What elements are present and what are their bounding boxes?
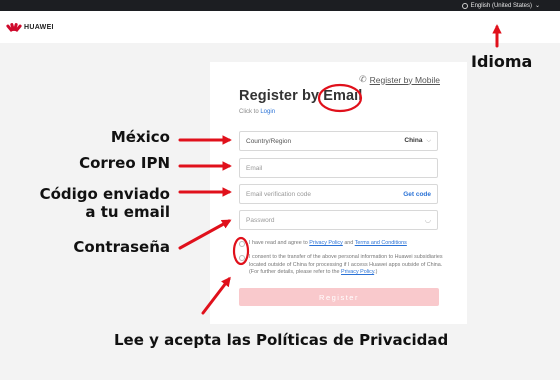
privacy-agree-checkbox[interactable] bbox=[239, 241, 245, 247]
country-select[interactable]: Country/Region China ⌵ bbox=[239, 131, 438, 151]
register-button[interactable]: Register bbox=[239, 288, 439, 306]
language-selector[interactable]: English (United States) ⌄ bbox=[461, 2, 540, 9]
page-title: Register by Email bbox=[239, 88, 363, 104]
consent-end: .) bbox=[374, 269, 378, 275]
get-code-button[interactable]: Get code bbox=[403, 191, 431, 198]
country-value: China bbox=[404, 137, 423, 144]
password-placeholder: Password bbox=[246, 216, 275, 224]
login-link[interactable]: Login bbox=[260, 109, 275, 115]
email-placeholder: Email bbox=[246, 164, 263, 172]
privacy-agree-text: I have read and agree to Privacy Policy … bbox=[249, 240, 407, 248]
password-field[interactable]: Password ◡ bbox=[239, 210, 438, 230]
register-by-mobile-label: Register by Mobile bbox=[369, 74, 440, 85]
logo-text: HUAWEI bbox=[24, 24, 54, 31]
and-text: and bbox=[344, 240, 354, 246]
agree-prefix: I have read and agree to bbox=[249, 240, 308, 246]
chevron-down-icon: ⌄ bbox=[534, 3, 540, 9]
annotation-mexico: México bbox=[110, 128, 170, 146]
annotation-correo: Correo IPN bbox=[79, 154, 170, 172]
terms-link[interactable]: Terms and Conditions bbox=[355, 240, 407, 246]
huawei-logo[interactable]: HUAWEI bbox=[5, 22, 54, 33]
globe-icon bbox=[461, 2, 468, 9]
language-label: English (United States) bbox=[470, 2, 532, 9]
eye-icon[interactable]: ◡ bbox=[425, 216, 431, 224]
country-placeholder: Country/Region bbox=[246, 137, 292, 145]
privacy-policy-link[interactable]: Privacy Policy bbox=[309, 240, 343, 246]
chevron-down-icon: ⌵ bbox=[426, 138, 431, 144]
huawei-petal-icon bbox=[5, 22, 23, 33]
top-bar: English (United States) ⌄ bbox=[0, 0, 560, 11]
login-prefix: Click to bbox=[239, 109, 259, 115]
annotation-codigo: Código enviado a tu email bbox=[40, 185, 170, 221]
consent-checkbox[interactable] bbox=[239, 255, 245, 261]
header: HUAWEI bbox=[0, 11, 560, 43]
annotation-codigo-line2: a tu email bbox=[85, 203, 170, 221]
verification-code-field[interactable]: Email verification code Get code bbox=[239, 184, 438, 204]
phone-icon: ✆ bbox=[359, 74, 367, 84]
login-hint: Click to Login bbox=[239, 109, 275, 115]
code-placeholder: Email verification code bbox=[246, 190, 312, 198]
annotation-privacidad: Lee y acepta las Políticas de Privacidad bbox=[114, 331, 449, 349]
register-card: ✆ Register by Mobile Register by Email C… bbox=[210, 62, 467, 324]
annotation-idioma: Idioma bbox=[471, 52, 533, 71]
email-field[interactable]: Email bbox=[239, 158, 438, 178]
annotation-contrasena: Contraseña bbox=[73, 238, 170, 256]
privacy-agreement-row: I have read and agree to Privacy Policy … bbox=[239, 240, 449, 248]
consent-row: I consent to the transfer of the above p… bbox=[239, 254, 449, 277]
consent-text: I consent to the transfer of the above p… bbox=[249, 254, 449, 277]
annotation-codigo-line1: Código enviado bbox=[39, 185, 170, 203]
register-by-mobile-link[interactable]: ✆ Register by Mobile bbox=[359, 74, 440, 85]
consent-privacy-link[interactable]: Privacy Policy bbox=[341, 269, 374, 275]
